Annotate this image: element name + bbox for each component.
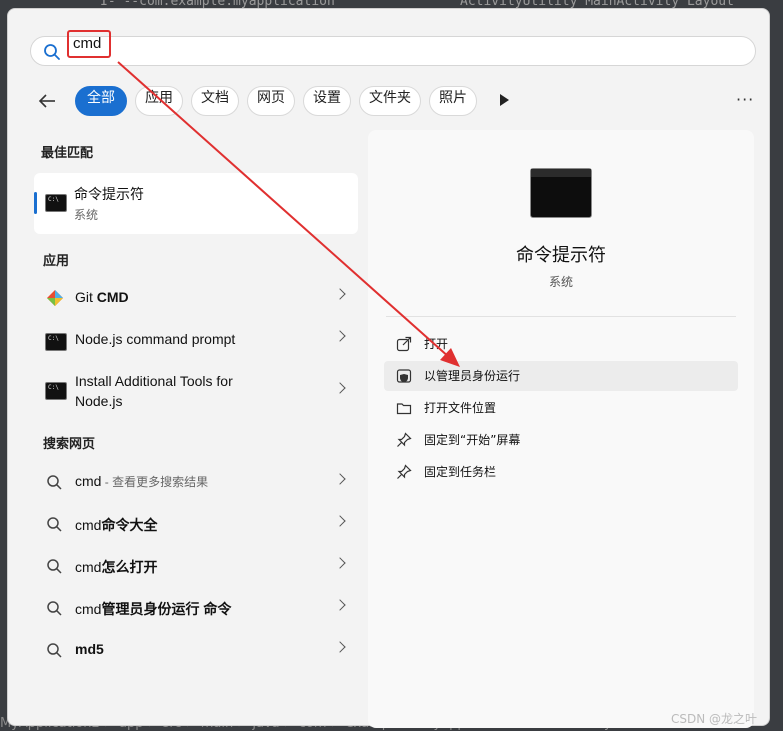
- terminal-icon: [45, 194, 67, 212]
- git-icon: [47, 290, 63, 306]
- more-options-icon[interactable]: ···: [736, 90, 754, 109]
- web-result-label: md5: [75, 641, 104, 657]
- search-icon: [44, 44, 60, 60]
- play-icon[interactable]: [500, 94, 509, 106]
- open-external-icon: [396, 336, 412, 352]
- app-item-git-cmd[interactable]: Git CMD: [34, 277, 358, 317]
- search-input[interactable]: cmd: [67, 30, 111, 58]
- web-result-text-bold: 怎么打开: [101, 559, 158, 575]
- tab-photos[interactable]: 照片: [429, 86, 477, 116]
- app-item-label: Node.js command prompt: [75, 331, 236, 347]
- selection-indicator: [34, 192, 37, 214]
- start-search-panel: cmd 全部 应用 文档 网页 设置 文件夹 照片 ··· 最佳匹配 命令提示符…: [7, 8, 770, 728]
- chevron-right-icon[interactable]: [334, 473, 346, 485]
- action-label: 固定到任务栏: [424, 465, 497, 479]
- app-item-label: Install Additional Tools for: [75, 373, 233, 389]
- chevron-right-icon[interactable]: [334, 599, 346, 611]
- web-result-text-bold: 管理员身份运行 命令: [101, 601, 232, 617]
- detail-subtitle: 系统: [548, 275, 573, 289]
- web-result-item[interactable]: cmd命令大全: [34, 504, 358, 544]
- web-result-item[interactable]: cmd怎么打开: [34, 546, 358, 586]
- web-result-text-bold: 命令大全: [101, 517, 158, 533]
- detail-pane: 命令提示符 系统 打开 以管理员身份运行 打开文件位置 固定到“开始”屏幕 固定…: [368, 130, 754, 728]
- tab-settings[interactable]: 设置: [303, 86, 351, 116]
- action-label: 以管理员身份运行: [424, 369, 521, 383]
- tab-documents[interactable]: 文档: [191, 86, 239, 116]
- best-match-item[interactable]: 命令提示符 系统: [34, 173, 358, 234]
- app-item-label: Git CMD: [75, 289, 129, 305]
- action-label: 打开: [424, 337, 449, 351]
- terminal-icon: [45, 333, 67, 351]
- detail-title: 命令提示符: [516, 245, 606, 266]
- search-icon: [47, 517, 62, 532]
- action-label: 打开文件位置: [424, 401, 497, 415]
- divider: [386, 316, 736, 317]
- chevron-right-icon[interactable]: [334, 382, 346, 394]
- app-item-label-plain: Git: [75, 289, 97, 305]
- chevron-right-icon[interactable]: [334, 330, 346, 342]
- search-icon: [47, 475, 62, 490]
- section-web-search: 搜索网页: [43, 437, 96, 452]
- web-result-text: cmd: [75, 517, 102, 533]
- tab-all[interactable]: 全部: [75, 86, 127, 116]
- chevron-right-icon[interactable]: [334, 288, 346, 300]
- tab-web[interactable]: 网页: [247, 86, 295, 116]
- pin-icon: [397, 432, 412, 447]
- action-open[interactable]: 打开: [384, 329, 738, 359]
- section-apps: 应用: [43, 254, 70, 269]
- search-icon: [47, 643, 62, 658]
- web-result-label: cmd管理员身份运行 命令: [75, 599, 231, 619]
- filter-bar: 全部 应用 文档 网页 设置 文件夹 照片 ···: [38, 86, 758, 116]
- chevron-right-icon[interactable]: [334, 641, 346, 653]
- web-result-text: cmd: [75, 473, 102, 489]
- app-item-install-tools[interactable]: Install Additional Tools for Node.js: [34, 361, 358, 413]
- chevron-right-icon[interactable]: [334, 557, 346, 569]
- folder-icon: [396, 403, 412, 415]
- web-result-hint: - 查看更多搜索结果: [101, 475, 209, 489]
- terminal-titlebar: [531, 169, 591, 177]
- back-arrow-icon[interactable]: [38, 92, 56, 110]
- web-result-item[interactable]: cmd - 查看更多搜索结果: [34, 462, 358, 502]
- web-result-item[interactable]: cmd管理员身份运行 命令: [34, 588, 358, 628]
- tab-apps[interactable]: 应用: [135, 86, 183, 116]
- shield-icon: [396, 369, 412, 383]
- search-icon: [47, 559, 62, 574]
- action-run-as-admin[interactable]: 以管理员身份运行: [384, 361, 738, 391]
- web-result-label: cmd怎么打开: [75, 557, 157, 577]
- terminal-icon: [530, 168, 592, 218]
- app-item-label-line2: Node.js: [75, 393, 123, 409]
- terminal-icon: [45, 382, 67, 400]
- web-result-label: cmd命令大全: [75, 515, 157, 535]
- action-open-file-location[interactable]: 打开文件位置: [384, 393, 738, 423]
- app-item-label-bold: CMD: [96, 289, 129, 305]
- best-match-subtitle: 系统: [74, 208, 99, 222]
- action-label: 固定到“开始”屏幕: [424, 433, 521, 447]
- web-result-label: cmd - 查看更多搜索结果: [75, 473, 208, 490]
- web-result-text: cmd: [75, 601, 102, 617]
- web-result-text: cmd: [75, 559, 102, 575]
- action-pin-to-taskbar[interactable]: 固定到任务栏: [384, 457, 738, 487]
- best-match-name: 命令提示符: [74, 187, 144, 203]
- action-pin-to-start[interactable]: 固定到“开始”屏幕: [384, 425, 738, 455]
- tab-folders[interactable]: 文件夹: [359, 86, 421, 116]
- search-box[interactable]: cmd: [30, 30, 756, 66]
- web-result-text-bold: md5: [75, 641, 104, 657]
- web-result-item[interactable]: md5: [34, 630, 358, 670]
- pin-icon: [397, 464, 412, 479]
- search-icon: [47, 601, 62, 616]
- app-item-nodejs-prompt[interactable]: Node.js command prompt: [34, 319, 358, 359]
- section-best-match: 最佳匹配: [41, 146, 94, 161]
- watermark: CSDN @龙之叶: [670, 712, 757, 726]
- chevron-right-icon[interactable]: [334, 515, 346, 527]
